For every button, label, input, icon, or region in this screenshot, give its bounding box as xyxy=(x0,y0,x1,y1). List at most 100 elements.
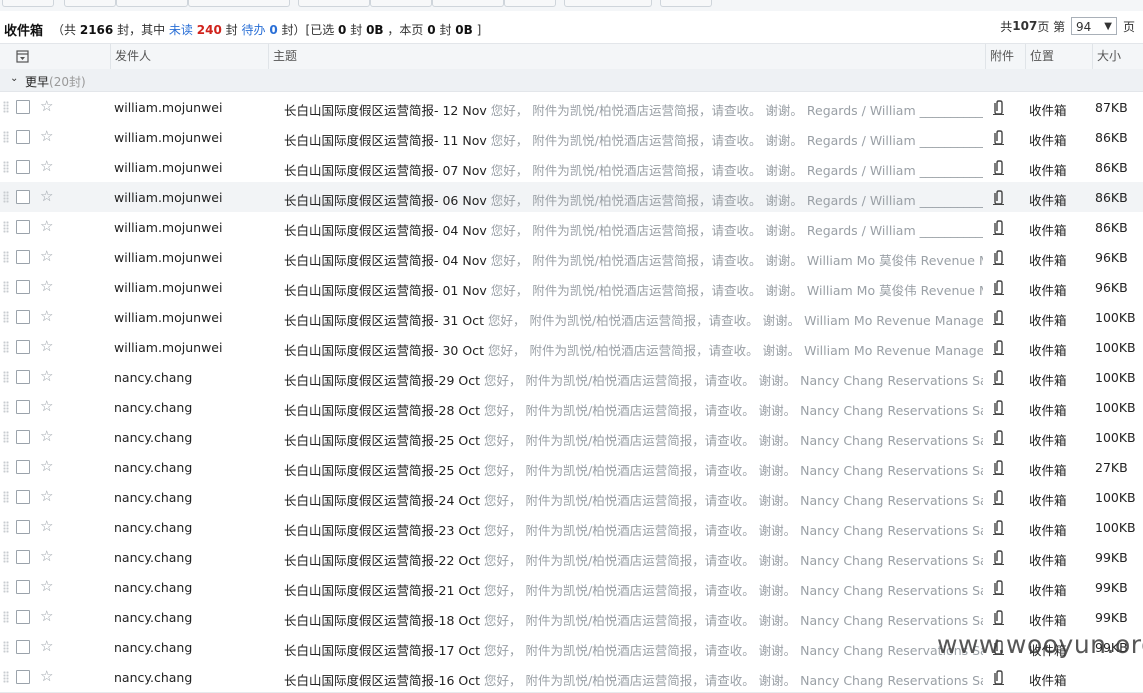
sender-name[interactable]: nancy.chang xyxy=(114,490,192,505)
subject-cell[interactable]: 长白山国际度假区运营简报- 06 Nov 您好， 附件为凯悦/柏悦酒店运营简报，请… xyxy=(284,190,983,209)
subject-cell[interactable]: 长白山国际度假区运营简报-18 Oct 您好， 附件为凯悦/柏悦酒店运营简报，请查… xyxy=(284,610,983,629)
drag-handle-icon[interactable] xyxy=(3,671,9,683)
row-checkbox[interactable] xyxy=(16,490,30,504)
drag-handle-icon[interactable] xyxy=(3,521,9,533)
subject-cell[interactable]: 长白山国际度假区运营简报-24 Oct 您好， 附件为凯悦/柏悦酒店运营简报，请查… xyxy=(284,490,983,509)
subject-cell[interactable]: 长白山国际度假区运营简报- 31 Oct 您好， 附件为凯悦/柏悦酒店运营简报，请… xyxy=(284,310,983,329)
email-row[interactable]: ☆ nancy.chang 长白山国际度假区运营简报-23 Oct 您好， 附件为凯悦… xyxy=(0,512,1143,543)
paperclip-icon[interactable] xyxy=(990,548,1006,566)
star-outline-icon[interactable]: ☆ xyxy=(40,457,53,475)
paperclip-icon[interactable] xyxy=(990,458,1006,476)
subject-cell[interactable]: 长白山国际度假区运营简报-22 Oct 您好， 附件为凯悦/柏悦酒店运营简报，请查… xyxy=(284,550,983,569)
star-outline-icon[interactable]: ☆ xyxy=(40,277,53,295)
row-checkbox[interactable] xyxy=(16,640,30,654)
sender-name[interactable]: william.mojunwei xyxy=(114,100,222,115)
drag-handle-icon[interactable] xyxy=(3,251,9,263)
sender-name[interactable]: william.mojunwei xyxy=(114,310,222,325)
drag-handle-icon[interactable] xyxy=(3,221,9,233)
row-checkbox[interactable] xyxy=(16,310,30,324)
drag-handle-icon[interactable] xyxy=(3,161,9,173)
star-outline-icon[interactable]: ☆ xyxy=(40,217,53,235)
row-checkbox[interactable] xyxy=(16,100,30,114)
toolbar-button[interactable] xyxy=(116,0,188,7)
sender-name[interactable]: william.mojunwei xyxy=(114,340,222,355)
row-checkbox[interactable] xyxy=(16,250,30,264)
email-row[interactable]: ☆ william.mojunwei 长白山国际度假区运营简报- 12 Nov 您好，… xyxy=(0,92,1143,123)
paperclip-icon[interactable] xyxy=(990,428,1006,446)
paperclip-icon[interactable] xyxy=(990,158,1006,176)
subject-cell[interactable]: 长白山国际度假区运营简报-28 Oct 您好， 附件为凯悦/柏悦酒店运营简报，请查… xyxy=(284,400,983,419)
drag-handle-icon[interactable] xyxy=(3,281,9,293)
email-row[interactable]: ☆ william.mojunwei 长白山国际度假区运营简报- 01 Nov 您好，… xyxy=(0,272,1143,303)
star-outline-icon[interactable]: ☆ xyxy=(40,607,53,625)
row-checkbox[interactable] xyxy=(16,370,30,384)
row-checkbox[interactable] xyxy=(16,430,30,444)
star-outline-icon[interactable]: ☆ xyxy=(40,637,53,655)
toolbar-button[interactable] xyxy=(660,0,712,7)
row-checkbox[interactable] xyxy=(16,400,30,414)
paperclip-icon[interactable] xyxy=(990,608,1006,626)
toolbar-button[interactable] xyxy=(432,0,504,7)
email-row[interactable]: ☆ william.mojunwei 长白山国际度假区运营简报- 07 Nov 您好，… xyxy=(0,152,1143,183)
group-header[interactable]: ⌄ 更早(20封) xyxy=(0,69,1143,92)
toolbar-button[interactable] xyxy=(2,0,54,7)
row-checkbox[interactable] xyxy=(16,610,30,624)
star-outline-icon[interactable]: ☆ xyxy=(40,337,53,355)
subject-cell[interactable]: 长白山国际度假区运营简报-25 Oct 您好， 附件为凯悦/柏悦酒店运营简报，请查… xyxy=(284,430,983,449)
email-row[interactable]: ☆ william.mojunwei 长白山国际度假区运营简报- 31 Oct 您好，… xyxy=(0,302,1143,333)
star-outline-icon[interactable]: ☆ xyxy=(40,667,53,685)
sender-name[interactable]: william.mojunwei xyxy=(114,190,222,205)
sender-name[interactable]: nancy.chang xyxy=(114,370,192,385)
toolbar-button[interactable] xyxy=(188,0,290,7)
paperclip-icon[interactable] xyxy=(990,398,1006,416)
drag-handle-icon[interactable] xyxy=(3,491,9,503)
todo-link[interactable]: 待办 xyxy=(242,23,266,37)
sender-name[interactable]: nancy.chang xyxy=(114,460,192,475)
star-outline-icon[interactable]: ☆ xyxy=(40,157,53,175)
email-row[interactable]: ☆ nancy.chang 长白山国际度假区运营简报-28 Oct 您好， 附件为凯悦… xyxy=(0,392,1143,423)
paperclip-icon[interactable] xyxy=(990,368,1006,386)
row-checkbox[interactable] xyxy=(16,460,30,474)
subject-cell[interactable]: 长白山国际度假区运营简报- 12 Nov 您好， 附件为凯悦/柏悦酒店运营简报，请… xyxy=(284,100,983,119)
subject-cell[interactable]: 长白山国际度假区运营简报-25 Oct 您好， 附件为凯悦/柏悦酒店运营简报，请查… xyxy=(284,460,983,479)
drag-handle-icon[interactable] xyxy=(3,641,9,653)
sender-name[interactable]: nancy.chang xyxy=(114,430,192,445)
subject-cell[interactable]: 长白山国际度假区运营简报- 04 Nov 您好， 附件为凯悦/柏悦酒店运营简报，请… xyxy=(284,220,983,239)
email-row[interactable]: ☆ nancy.chang 长白山国际度假区运营简报-18 Oct 您好， 附件为凯悦… xyxy=(0,602,1143,633)
sender-name[interactable]: nancy.chang xyxy=(114,520,192,535)
column-subject[interactable]: 主题 xyxy=(268,44,985,69)
sender-name[interactable]: william.mojunwei xyxy=(114,130,222,145)
paperclip-icon[interactable] xyxy=(990,308,1006,326)
sender-name[interactable]: william.mojunwei xyxy=(114,250,222,265)
paperclip-icon[interactable] xyxy=(990,218,1006,236)
email-row[interactable]: ☆ william.mojunwei 长白山国际度假区运营简报- 30 Oct 您好，… xyxy=(0,332,1143,363)
page-select[interactable]: 94 ▼ xyxy=(1070,17,1117,35)
email-row[interactable]: ☆ william.mojunwei 长白山国际度假区运营简报- 04 Nov 您好，… xyxy=(0,212,1143,243)
drag-handle-icon[interactable] xyxy=(3,131,9,143)
drag-handle-icon[interactable] xyxy=(3,581,9,593)
subject-cell[interactable]: 长白山国际度假区运营简报-23 Oct 您好， 附件为凯悦/柏悦酒店运营简报，请查… xyxy=(284,520,983,539)
subject-cell[interactable]: 长白山国际度假区运营简报-29 Oct 您好， 附件为凯悦/柏悦酒店运营简报，请查… xyxy=(284,370,983,389)
toolbar-button[interactable] xyxy=(504,0,556,7)
row-checkbox[interactable] xyxy=(16,520,30,534)
subject-cell[interactable]: 长白山国际度假区运营简报-17 Oct 您好， 附件为凯悦/柏悦酒店运营简报，请查… xyxy=(284,640,983,659)
drag-handle-icon[interactable] xyxy=(3,401,9,413)
sender-name[interactable]: nancy.chang xyxy=(114,400,192,415)
subject-cell[interactable]: 长白山国际度假区运营简报- 01 Nov 您好， 附件为凯悦/柏悦酒店运营简报，请… xyxy=(284,280,983,299)
email-row[interactable]: ☆ nancy.chang 长白山国际度假区运营简报-21 Oct 您好， 附件为凯悦… xyxy=(0,572,1143,603)
star-outline-icon[interactable]: ☆ xyxy=(40,427,53,445)
sender-name[interactable]: nancy.chang xyxy=(114,580,192,595)
star-outline-icon[interactable]: ☆ xyxy=(40,187,53,205)
column-size[interactable]: 大小 xyxy=(1092,44,1143,69)
drag-handle-icon[interactable] xyxy=(3,461,9,473)
subject-cell[interactable]: 长白山国际度假区运营简报- 11 Nov 您好， 附件为凯悦/柏悦酒店运营简报，请… xyxy=(284,130,983,149)
subject-cell[interactable]: 长白山国际度假区运营简报- 30 Oct 您好， 附件为凯悦/柏悦酒店运营简报，请… xyxy=(284,340,983,359)
drag-handle-icon[interactable] xyxy=(3,611,9,623)
row-checkbox[interactable] xyxy=(16,130,30,144)
star-outline-icon[interactable]: ☆ xyxy=(40,307,53,325)
drag-handle-icon[interactable] xyxy=(3,191,9,203)
sender-name[interactable]: william.mojunwei xyxy=(114,160,222,175)
chevron-down-icon[interactable]: ⌄ xyxy=(10,73,18,84)
drag-handle-icon[interactable] xyxy=(3,551,9,563)
paperclip-icon[interactable] xyxy=(990,248,1006,266)
